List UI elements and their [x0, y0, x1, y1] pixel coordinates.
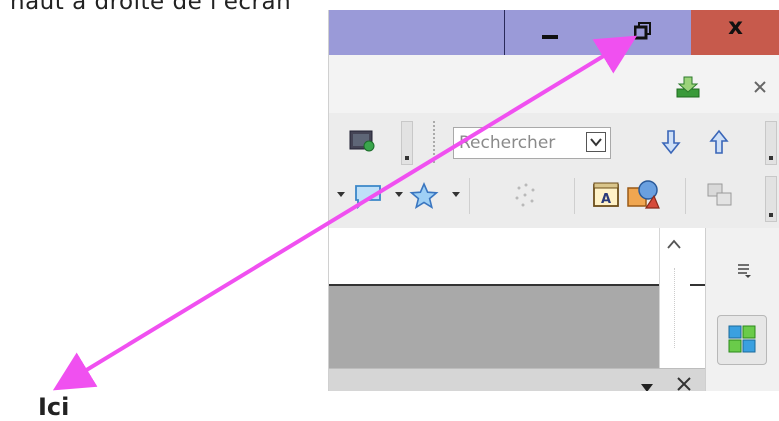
- close-label: x: [728, 14, 743, 40]
- x-icon[interactable]: [753, 80, 767, 94]
- toolbar-overflow-3[interactable]: [765, 176, 777, 222]
- caption-bottom: Ici: [38, 393, 70, 421]
- search-input[interactable]: Rechercher: [453, 127, 611, 159]
- chevron-down-icon: [590, 138, 602, 147]
- dropdown-caret-3[interactable]: [452, 192, 460, 197]
- hamburger-icon[interactable]: [736, 262, 752, 278]
- restore-button[interactable]: [598, 10, 692, 55]
- textbox-icon[interactable]: A: [591, 180, 621, 210]
- dropdown-caret-1[interactable]: [337, 192, 345, 197]
- caption-top: haut à droite de l'écran: [10, 0, 292, 15]
- toolbar-separator-2: [574, 178, 575, 214]
- scroll-up-icon[interactable]: [666, 238, 682, 250]
- arrow-up-icon[interactable]: [708, 129, 730, 155]
- drawing-toolbar: A: [329, 168, 779, 229]
- toolbar-separator-3: [685, 178, 686, 214]
- cubes-button[interactable]: [717, 315, 767, 365]
- panel-header-bar: [329, 368, 705, 391]
- toolbar-overflow-2[interactable]: [765, 121, 777, 165]
- shapes-icon[interactable]: [626, 178, 660, 210]
- star-icon[interactable]: [409, 182, 439, 210]
- document-area: [329, 228, 705, 391]
- close-button[interactable]: x: [691, 10, 779, 55]
- points-icon[interactable]: [511, 180, 541, 210]
- toolbar-separator: [469, 178, 470, 214]
- svg-text:A: A: [601, 192, 611, 207]
- group-icon[interactable]: [705, 180, 735, 210]
- screenshot-window: x Rechercher A: [328, 10, 779, 391]
- download-icon[interactable]: [675, 75, 701, 99]
- toolbar-grip: [433, 121, 437, 163]
- panel-close-icon[interactable]: [675, 375, 693, 391]
- sidebar-panel: [705, 228, 779, 391]
- dropdown-caret-2[interactable]: [395, 192, 403, 197]
- cubes-icon: [728, 325, 756, 353]
- panel-menu-caret[interactable]: [641, 384, 653, 391]
- minimize-icon: [542, 35, 558, 39]
- search-placeholder: Rechercher: [459, 133, 556, 153]
- speech-bubble-icon[interactable]: [353, 182, 383, 210]
- minimize-button[interactable]: [504, 10, 599, 55]
- restore-icon: [634, 22, 651, 40]
- arrow-down-icon[interactable]: [660, 129, 682, 155]
- screen-icon[interactable]: [349, 129, 375, 153]
- vertical-scrollbar[interactable]: [659, 228, 690, 391]
- notification-bar: [329, 55, 779, 113]
- title-bar: x: [329, 10, 779, 55]
- scroll-track: [674, 268, 676, 348]
- search-toolbar: Rechercher: [329, 113, 779, 168]
- toolbar-overflow[interactable]: [401, 121, 413, 165]
- search-dropdown[interactable]: [586, 132, 606, 152]
